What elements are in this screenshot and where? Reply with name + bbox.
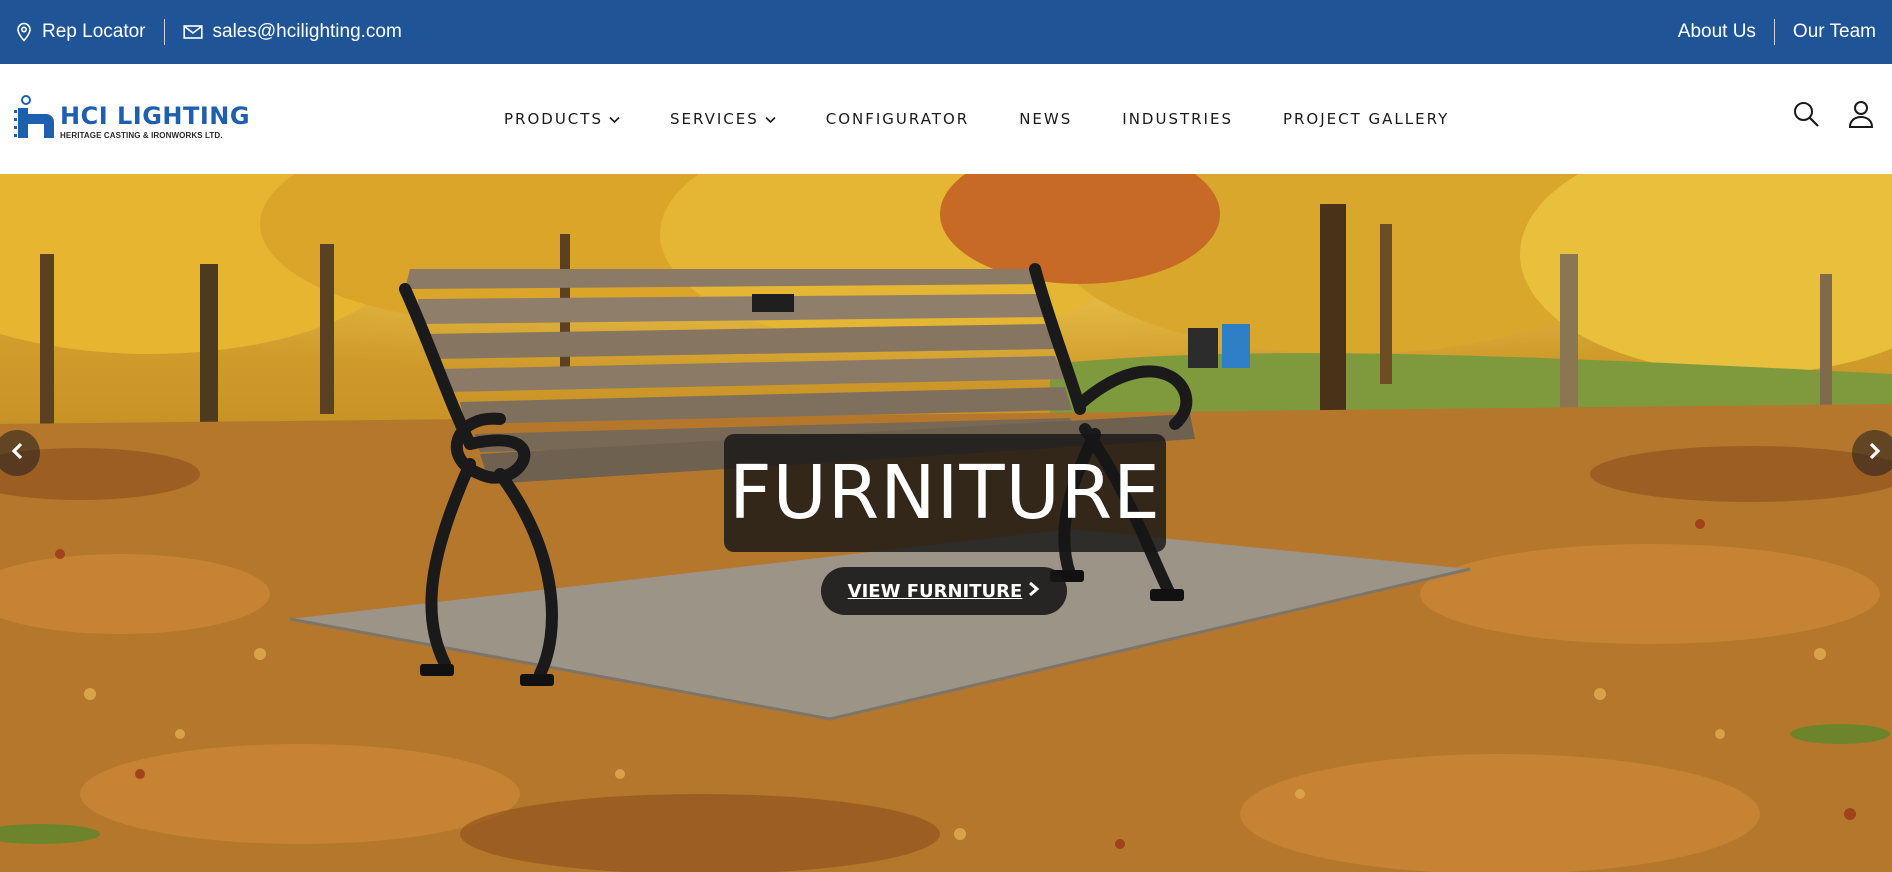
chevron-right-icon <box>1028 581 1040 602</box>
user-icon[interactable] <box>1848 100 1874 133</box>
nav-item-news[interactable]: NEWS <box>1019 110 1072 128</box>
nav-item-services[interactable]: SERVICES <box>670 110 776 128</box>
divider <box>163 19 165 45</box>
nav-item-project-gallery[interactable]: PROJECT GALLERY <box>1283 110 1449 128</box>
mail-icon <box>182 24 203 40</box>
hero-title: FURNITURE <box>724 434 1166 552</box>
location-pin-icon <box>16 22 32 42</box>
rep-locator-label: Rep Locator <box>42 21 146 42</box>
nav-item-label: PROJECT GALLERY <box>1282 110 1450 128</box>
hero-slider: FURNITURE VIEW FURNITURE <box>0 174 1892 872</box>
view-furniture-label: VIEW FURNITURE <box>847 580 1023 602</box>
rep-locator-link[interactable]: Rep Locator <box>16 21 146 43</box>
email-label: sales@hcilighting.com <box>212 21 402 42</box>
nav-item-label: NEWS <box>1019 110 1073 128</box>
slider-next-button[interactable] <box>1852 430 1892 476</box>
chevron-down-icon <box>609 110 620 128</box>
nav-item-industries[interactable]: INDUSTRIES <box>1122 110 1233 128</box>
search-icon[interactable] <box>1792 100 1820 133</box>
top-bar: Rep Locator sales@hcilighting.com About … <box>0 0 1892 64</box>
nav-item-label: PRODUCTS <box>504 110 603 128</box>
nav-item-label: SERVICES <box>669 110 759 128</box>
logo[interactable]: HCI LIGHTING HERITAGE CASTING & IRONWORK… <box>14 94 250 146</box>
nav-item-label: CONFIGURATOR <box>825 110 970 128</box>
nav-item-products[interactable]: PRODUCTS <box>504 110 620 128</box>
view-furniture-button[interactable]: VIEW FURNITURE <box>821 567 1067 615</box>
logo-name: HCI LIGHTING <box>60 102 251 130</box>
about-us-link[interactable]: About Us <box>1678 21 1756 43</box>
chevron-down-icon <box>765 110 776 128</box>
main-header: HCI LIGHTING HERITAGE CASTING & IRONWORK… <box>0 64 1892 174</box>
main-nav: PRODUCTS SERVICES CONFIGURATOR NEWS INDU… <box>504 64 1449 174</box>
email-link[interactable]: sales@hcilighting.com <box>182 21 402 43</box>
chevron-right-icon <box>1868 442 1882 465</box>
top-bar-left: Rep Locator sales@hcilighting.com <box>16 0 402 64</box>
logo-tagline: HERITAGE CASTING & IRONWORKS LTD. <box>60 131 223 140</box>
nav-item-configurator[interactable]: CONFIGURATOR <box>826 110 969 128</box>
header-actions <box>1792 100 1874 133</box>
divider <box>1773 19 1775 45</box>
our-team-link[interactable]: Our Team <box>1793 21 1876 43</box>
chevron-left-icon <box>10 442 24 465</box>
logo-mark-icon <box>14 94 58 151</box>
top-bar-right: About Us Our Team <box>1678 0 1876 64</box>
nav-item-label: INDUSTRIES <box>1122 110 1233 128</box>
